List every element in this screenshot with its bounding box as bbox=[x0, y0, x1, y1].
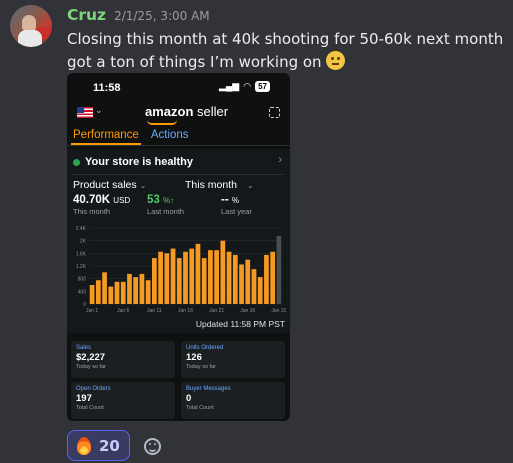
stat-last-month: 53 %↑ Last month bbox=[147, 194, 185, 216]
amazon-smile-icon bbox=[147, 120, 177, 125]
phone-status-bar: 11:58 ▂▄▆ ◠ 57 bbox=[67, 73, 290, 101]
chart-bar bbox=[139, 273, 145, 304]
chart-bar bbox=[95, 280, 101, 304]
chevron-down-icon: ⌄ bbox=[139, 181, 147, 190]
chart-bar bbox=[214, 250, 219, 304]
add-reaction-icon bbox=[143, 437, 161, 455]
chart-bar bbox=[145, 280, 151, 304]
seller-tabs: Performance Actions bbox=[67, 127, 290, 146]
metric-selector: Product sales ⌄ bbox=[73, 179, 147, 191]
chart-bar bbox=[89, 285, 95, 304]
status-icons: ▂▄▆ ◠ 57 bbox=[219, 81, 270, 92]
x-tick-label: Jan 31 bbox=[271, 308, 286, 314]
chart-bar bbox=[133, 277, 139, 304]
chart-bar bbox=[127, 273, 132, 304]
updated-time: Updated 11:58 PM PST bbox=[195, 319, 285, 329]
x-tick-label: Jan 26 bbox=[240, 308, 255, 314]
wifi-icon: ◠ bbox=[243, 81, 252, 91]
avatar-face bbox=[22, 15, 36, 31]
status-time: 11:58 bbox=[93, 82, 121, 94]
y-tick-label: 1.2K bbox=[76, 264, 87, 270]
chart-bar bbox=[220, 240, 226, 304]
tab-performance: Performance bbox=[71, 127, 141, 145]
reaction-count: 20 bbox=[99, 436, 120, 455]
y-tick-label: 2.4K bbox=[76, 226, 87, 232]
seller-top-bar: ⌄ amazon seller bbox=[67, 101, 290, 127]
x-tick-label: Jan 21 bbox=[209, 308, 224, 314]
chart-bar bbox=[251, 269, 257, 304]
chart-bar bbox=[114, 281, 120, 304]
amazon-seller-logo: amazon seller bbox=[145, 104, 229, 119]
chart-bar bbox=[245, 259, 251, 304]
stat-this-month: 40.70K USD This month bbox=[73, 194, 131, 216]
chart-bar bbox=[108, 286, 114, 304]
message-content: Closing this month at 40k shooting for 5… bbox=[67, 28, 507, 74]
divider bbox=[73, 174, 284, 175]
signal-icon: ▂▄▆ bbox=[219, 81, 240, 91]
tile-units-ordered: Units Ordered 126 Today so far bbox=[181, 341, 285, 378]
y-tick-label: 800 bbox=[78, 277, 87, 283]
chevron-down-icon: ⌄ bbox=[246, 181, 254, 190]
username[interactable]: Cruz bbox=[67, 6, 106, 24]
chart-bar bbox=[189, 248, 195, 304]
chevron-right-icon: › bbox=[278, 154, 282, 166]
period-selector: This month ⌄ bbox=[185, 179, 254, 191]
message-timestamp[interactable]: 2/1/25, 3:00 AM bbox=[114, 9, 210, 23]
chart-bar bbox=[232, 254, 238, 304]
tile-open-orders: Open Orders 197 Total Count bbox=[71, 382, 175, 419]
scan-icon bbox=[269, 107, 280, 118]
avatar-shirt bbox=[18, 30, 42, 47]
chart-bar bbox=[270, 251, 276, 304]
chart-bar bbox=[257, 277, 263, 304]
chart-bar bbox=[183, 251, 188, 304]
chart-bar bbox=[239, 264, 244, 304]
chart-bar bbox=[164, 253, 170, 304]
fire-reaction-button[interactable]: 20 bbox=[67, 430, 130, 461]
chart-bar bbox=[264, 254, 269, 304]
y-tick-label: 1.6K bbox=[76, 251, 87, 257]
tile-buyer-messages: Buyer Messages 0 Total Count bbox=[181, 382, 285, 419]
healthy-check-icon bbox=[73, 158, 80, 166]
battery-icon: 57 bbox=[255, 81, 270, 92]
avatar[interactable] bbox=[10, 5, 52, 47]
x-tick-label: Jan 11 bbox=[147, 308, 162, 314]
x-tick-label: Jan 6 bbox=[117, 308, 129, 314]
chart-bar bbox=[276, 235, 282, 304]
tile-sales: Sales $2,227 Today so far bbox=[71, 341, 175, 378]
chart-bar bbox=[102, 272, 107, 304]
chart-bar bbox=[201, 258, 207, 304]
store-health: Your store is healthy bbox=[73, 156, 193, 168]
chart-bar bbox=[170, 248, 176, 304]
chart-bar bbox=[176, 258, 182, 304]
chart-bar bbox=[226, 251, 232, 304]
daily-sales-chart: 2.4K2K1.6K1.2K8004000Jan 1 Jan 6 Jan 11 Jan… bbox=[76, 226, 287, 314]
chart-bar bbox=[208, 250, 213, 304]
store-health-label: Your store is healthy bbox=[85, 156, 193, 168]
fire-icon bbox=[77, 436, 91, 455]
y-tick-label: 400 bbox=[78, 289, 87, 295]
message-header: Cruz 2/1/25, 3:00 AM bbox=[67, 6, 210, 26]
y-tick-label: 2K bbox=[80, 239, 87, 245]
x-tick-label: Jan 16 bbox=[178, 308, 193, 314]
x-tick-label: Jan 1 bbox=[86, 308, 98, 314]
message-text: Closing this month at 40k shooting for 5… bbox=[67, 30, 504, 71]
attached-screenshot[interactable]: 11:58 ▂▄▆ ◠ 57 ⌄ amazon seller Performan… bbox=[67, 73, 290, 421]
saluting-face-emoji bbox=[326, 51, 346, 70]
chart-bar bbox=[195, 243, 201, 304]
chart-bar bbox=[120, 281, 126, 304]
chevron-down-icon: ⌄ bbox=[95, 105, 103, 115]
chart-bar bbox=[158, 251, 163, 304]
us-flag-icon bbox=[77, 107, 93, 118]
stat-last-year: -- % Last year bbox=[221, 194, 252, 216]
tab-actions: Actions bbox=[150, 129, 189, 141]
chart-bar bbox=[152, 258, 157, 304]
add-reaction-button[interactable] bbox=[138, 432, 166, 460]
